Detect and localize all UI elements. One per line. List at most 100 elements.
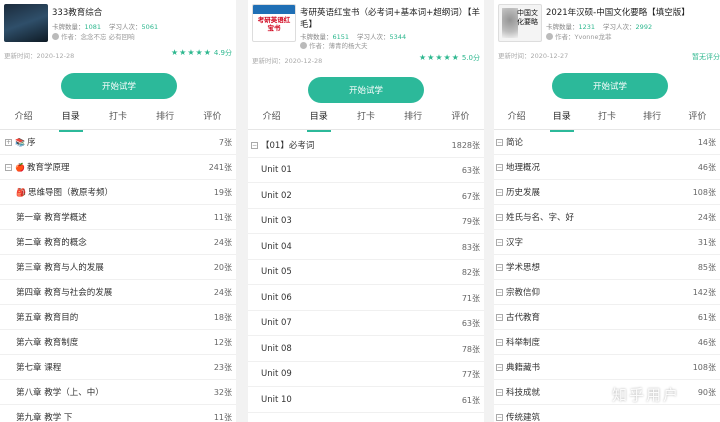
item-count: 19张: [213, 187, 232, 197]
list-item[interactable]: − 🍎 教育学原理 241张: [0, 155, 236, 180]
collapse-icon[interactable]: −: [496, 338, 503, 346]
list-item[interactable]: Unit 05 82张: [248, 260, 484, 285]
list-item[interactable]: 第六章 教育制度 12张: [0, 330, 236, 355]
collapse-icon[interactable]: −: [251, 141, 258, 149]
start-trial-button[interactable]: 开始试学: [552, 73, 668, 99]
collapse-icon[interactable]: −: [496, 188, 503, 196]
tab-reviews[interactable]: 评价: [688, 108, 706, 129]
list-item[interactable]: Unit 08 78张: [248, 337, 484, 362]
list-item[interactable]: − 历史发展 108张: [494, 180, 720, 205]
tab-intro[interactable]: 介绍: [15, 108, 33, 129]
item-count: 108张: [692, 362, 716, 372]
tab-catalog[interactable]: 目录: [549, 108, 574, 132]
item-count: 85张: [697, 262, 716, 272]
list-item[interactable]: Unit 06 71张: [248, 286, 484, 311]
list-item[interactable]: − 科举制度 46张: [494, 330, 720, 355]
list-item[interactable]: 第一章 教育学概述 11张: [0, 205, 236, 230]
expand-icon[interactable]: +: [5, 138, 12, 146]
tab-checkin[interactable]: 打卡: [598, 108, 616, 129]
list-item[interactable]: 第三章 教育与人的发展 20张: [0, 255, 236, 280]
collapse-icon[interactable]: −: [496, 163, 503, 171]
list-item[interactable]: − 科技成就 90张: [494, 380, 720, 405]
start-trial-button[interactable]: 开始试学: [61, 73, 177, 99]
deck-author[interactable]: 作者：薄青的杨大夫: [300, 40, 368, 50]
panel-divider: [484, 0, 494, 422]
list-item[interactable]: − 【01】必考词 1828张: [248, 133, 484, 158]
tab-reviews[interactable]: 评价: [451, 108, 469, 129]
collapse-icon[interactable]: −: [496, 213, 503, 221]
tab-ranking[interactable]: 排行: [156, 108, 174, 129]
item-count: 142张: [692, 287, 716, 297]
item-label: Unit 07: [261, 318, 292, 328]
collapse-icon[interactable]: −: [496, 263, 503, 271]
item-count: 32张: [213, 387, 232, 397]
no-rating-label: 暂无评分: [692, 53, 720, 61]
item-count: 31张: [697, 237, 716, 247]
update-date: 更新时间：2020-12-27: [498, 52, 569, 60]
author-name: 作者：Yvonne龙菲: [555, 33, 612, 41]
collapse-icon[interactable]: −: [496, 288, 503, 296]
bag-icon: 🎒: [16, 187, 26, 197]
collapse-icon[interactable]: −: [496, 238, 503, 246]
item-label: 传统建筑: [506, 413, 541, 422]
tab-catalog[interactable]: 目录: [58, 108, 83, 132]
deck-author[interactable]: 作者：念念不忘 必有回响: [52, 31, 135, 41]
list-item[interactable]: − 传统建筑: [494, 405, 720, 422]
item-label: 汉字: [506, 238, 524, 248]
collapse-icon[interactable]: −: [496, 413, 503, 421]
list-item[interactable]: 第四章 教育与社会的发展 24张: [0, 280, 236, 305]
tab-bar: 介绍 目录 打卡 排行 评价: [494, 108, 720, 132]
list-item[interactable]: − 宗教信仰 142张: [494, 280, 720, 305]
item-count: 18张: [213, 312, 232, 322]
item-count: 11张: [213, 412, 232, 422]
tab-reviews[interactable]: 评价: [203, 108, 221, 129]
list-item[interactable]: Unit 04 83张: [248, 235, 484, 260]
item-label: 思维导图（教原考频）: [27, 188, 113, 198]
list-item[interactable]: − 典籍藏书 108张: [494, 355, 720, 380]
list-item[interactable]: Unit 10 61张: [248, 388, 484, 413]
tab-ranking[interactable]: 排行: [404, 108, 422, 129]
collapse-icon[interactable]: −: [496, 138, 503, 146]
author-name: 作者：薄青的杨大夫: [309, 42, 368, 50]
collapse-icon[interactable]: −: [496, 363, 503, 371]
list-item[interactable]: 🎒 思维导图（教原考频） 19张: [0, 180, 236, 205]
list-item[interactable]: − 简论 14张: [494, 130, 720, 155]
tab-checkin[interactable]: 打卡: [357, 108, 375, 129]
list-item[interactable]: + 📚 序 7张: [0, 130, 236, 155]
list-item[interactable]: − 古代教育 61张: [494, 305, 720, 330]
list-item[interactable]: − 姓氏与名、字、好 24张: [494, 205, 720, 230]
deck-author[interactable]: 作者：Yvonne龙菲: [546, 31, 612, 41]
list-item[interactable]: 第五章 教育目的 18张: [0, 305, 236, 330]
list-item[interactable]: Unit 01 63张: [248, 158, 484, 183]
tab-catalog[interactable]: 目录: [306, 108, 331, 132]
collapse-icon[interactable]: −: [496, 313, 503, 321]
collapse-icon[interactable]: −: [5, 163, 12, 171]
list-item[interactable]: − 学术思想 85张: [494, 255, 720, 280]
list-item[interactable]: Unit 09 77张: [248, 362, 484, 387]
rating-score: 5.0分: [461, 54, 480, 62]
item-count: 77张: [461, 369, 480, 379]
list-item[interactable]: Unit 02 67张: [248, 184, 484, 209]
item-label: 第七章 课程: [16, 363, 62, 373]
list-item[interactable]: − 汉字 31张: [494, 230, 720, 255]
item-label: 古代教育: [506, 313, 541, 323]
list-item[interactable]: 第九章 教学 下 11张: [0, 405, 236, 422]
deck-stats: 卡牌数量：1231 学习人次：2992: [546, 21, 660, 31]
tab-checkin[interactable]: 打卡: [109, 108, 127, 129]
list-item[interactable]: 第七章 课程 23张: [0, 355, 236, 380]
star-icon: ★: [187, 48, 195, 57]
item-count: 78张: [461, 344, 480, 354]
list-item[interactable]: 第八章 教学（上、中） 32张: [0, 380, 236, 405]
item-label: 第六章 教育制度: [16, 338, 79, 348]
tab-intro[interactable]: 介绍: [263, 108, 281, 129]
star-icon: ★: [419, 53, 427, 62]
start-trial-button[interactable]: 开始试学: [308, 77, 424, 103]
collapse-icon[interactable]: −: [496, 388, 503, 396]
list-item[interactable]: 第二章 教育的概念 24张: [0, 230, 236, 255]
list-item[interactable]: − 地理概况 46张: [494, 155, 720, 180]
tab-ranking[interactable]: 排行: [643, 108, 661, 129]
list-item[interactable]: Unit 03 79张: [248, 209, 484, 234]
list-item[interactable]: Unit 07 63张: [248, 311, 484, 336]
star-icon: ★: [427, 53, 435, 62]
tab-intro[interactable]: 介绍: [508, 108, 526, 129]
